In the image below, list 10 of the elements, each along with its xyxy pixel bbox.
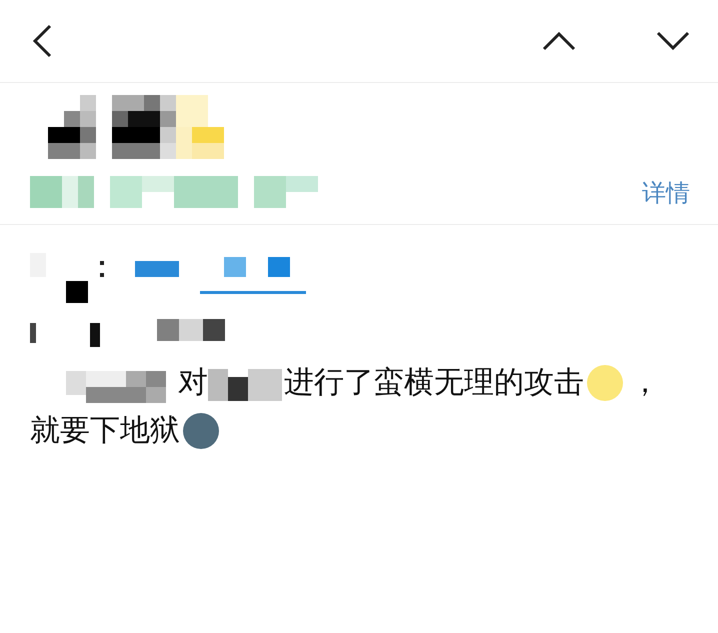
- details-link[interactable]: 详情: [642, 177, 690, 209]
- back-icon[interactable]: [30, 24, 54, 58]
- moon-icon: [586, 364, 624, 402]
- message-text: 就要下地狱: [30, 412, 180, 450]
- comma-text: ，: [630, 364, 660, 402]
- moon-icon: [182, 412, 220, 450]
- chevron-up-icon[interactable]: [542, 31, 576, 51]
- chevron-down-icon[interactable]: [656, 31, 690, 51]
- message-text: 进行了蛮横无理的攻击: [284, 364, 584, 402]
- message-text: 对: [178, 364, 208, 402]
